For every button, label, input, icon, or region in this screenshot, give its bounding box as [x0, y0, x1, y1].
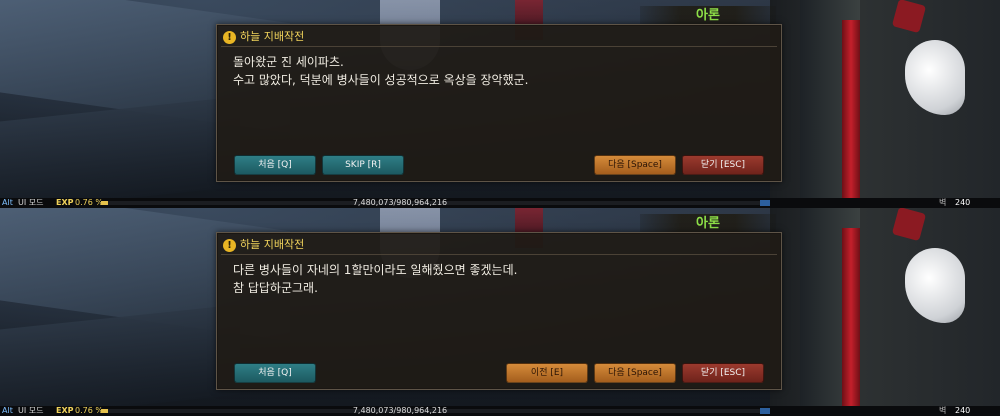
dialog-box: ! 하늘 지배작전 다른 병사들이 자네의 1할만이라도 일해줬으면 좋겠는데.… — [216, 232, 782, 390]
first-button[interactable]: 처음 [Q] — [234, 363, 316, 383]
dialog-box: ! 하늘 지배작전 돌아왔군 진 세이파츠. 수고 많았다, 덕분에 병사들이 … — [216, 24, 782, 182]
next-button[interactable]: 다음 [Space] — [594, 363, 676, 383]
status-right-value: 240 — [955, 198, 971, 207]
skip-button[interactable]: SKIP [R] — [322, 155, 404, 175]
status-right-label: 벽 — [939, 198, 947, 207]
status-right-label: 벽 — [939, 406, 947, 415]
dialog-line: 참 답답하군그래. — [233, 281, 318, 295]
dialog-text: 돌아왔군 진 세이파츠. 수고 많았다, 덕분에 병사들이 성공적으로 옥상을 … — [233, 53, 765, 89]
quickslot-indicator — [760, 408, 770, 414]
status-right-value: 240 — [955, 406, 971, 415]
exclamation-icon: ! — [223, 30, 236, 44]
npc-nameplate: 아론 — [640, 214, 776, 234]
exp-value: 7,480,073/980,964,216 — [352, 406, 448, 415]
dialog-panel-2: 아론 ! 하늘 지배작전 다른 병사들이 자네의 1할만이라도 일해줬으면 좋겠… — [0, 208, 1000, 416]
first-button[interactable]: 처음 [Q] — [234, 155, 316, 175]
next-button[interactable]: 다음 [Space] — [594, 155, 676, 175]
prev-button[interactable]: 이전 [E] — [506, 363, 588, 383]
dialog-text: 다른 병사들이 자네의 1할만이라도 일해줬으면 좋겠는데. 참 답답하군그래. — [233, 261, 765, 297]
dialog-line: 다른 병사들이 자네의 1할만이라도 일해줬으면 좋겠는데. — [233, 263, 518, 277]
scene-roof-lower — [0, 96, 240, 208]
quickslot-indicator — [760, 200, 770, 206]
npc-coat-stripe — [842, 228, 860, 408]
dialog-line: 수고 많았다, 덕분에 병사들이 성공적으로 옥상을 장악했군. — [233, 73, 529, 87]
dialog-separator — [221, 254, 777, 255]
dialog-title-text: 하늘 지배작전 — [240, 30, 305, 43]
close-button[interactable]: 닫기 [ESC] — [682, 363, 764, 383]
dialog-separator — [221, 46, 777, 47]
npc-coat-stripe — [842, 20, 860, 200]
close-button[interactable]: 닫기 [ESC] — [682, 155, 764, 175]
dialog-title: ! 하늘 지배작전 — [223, 237, 304, 253]
dialog-title: ! 하늘 지배작전 — [223, 29, 304, 45]
status-bar: Alt UI 모드 EXP 0.76 % 7,480,073/980,964,2… — [0, 198, 1000, 208]
scene-roof-lower — [0, 304, 240, 416]
npc-nameplate: 아론 — [640, 6, 776, 26]
dialog-title-text: 하늘 지배작전 — [240, 238, 305, 251]
dialog-line: 돌아왔군 진 세이파츠. — [233, 55, 344, 69]
status-bar: Alt UI 모드 EXP 0.76 % 7,480,073/980,964,2… — [0, 406, 1000, 416]
exclamation-icon: ! — [223, 238, 236, 252]
exp-value: 7,480,073/980,964,216 — [352, 198, 448, 207]
dialog-panel-1: 아론 ! 하늘 지배작전 돌아왔군 진 세이파츠. 수고 많았다, 덕분에 병사… — [0, 0, 1000, 208]
